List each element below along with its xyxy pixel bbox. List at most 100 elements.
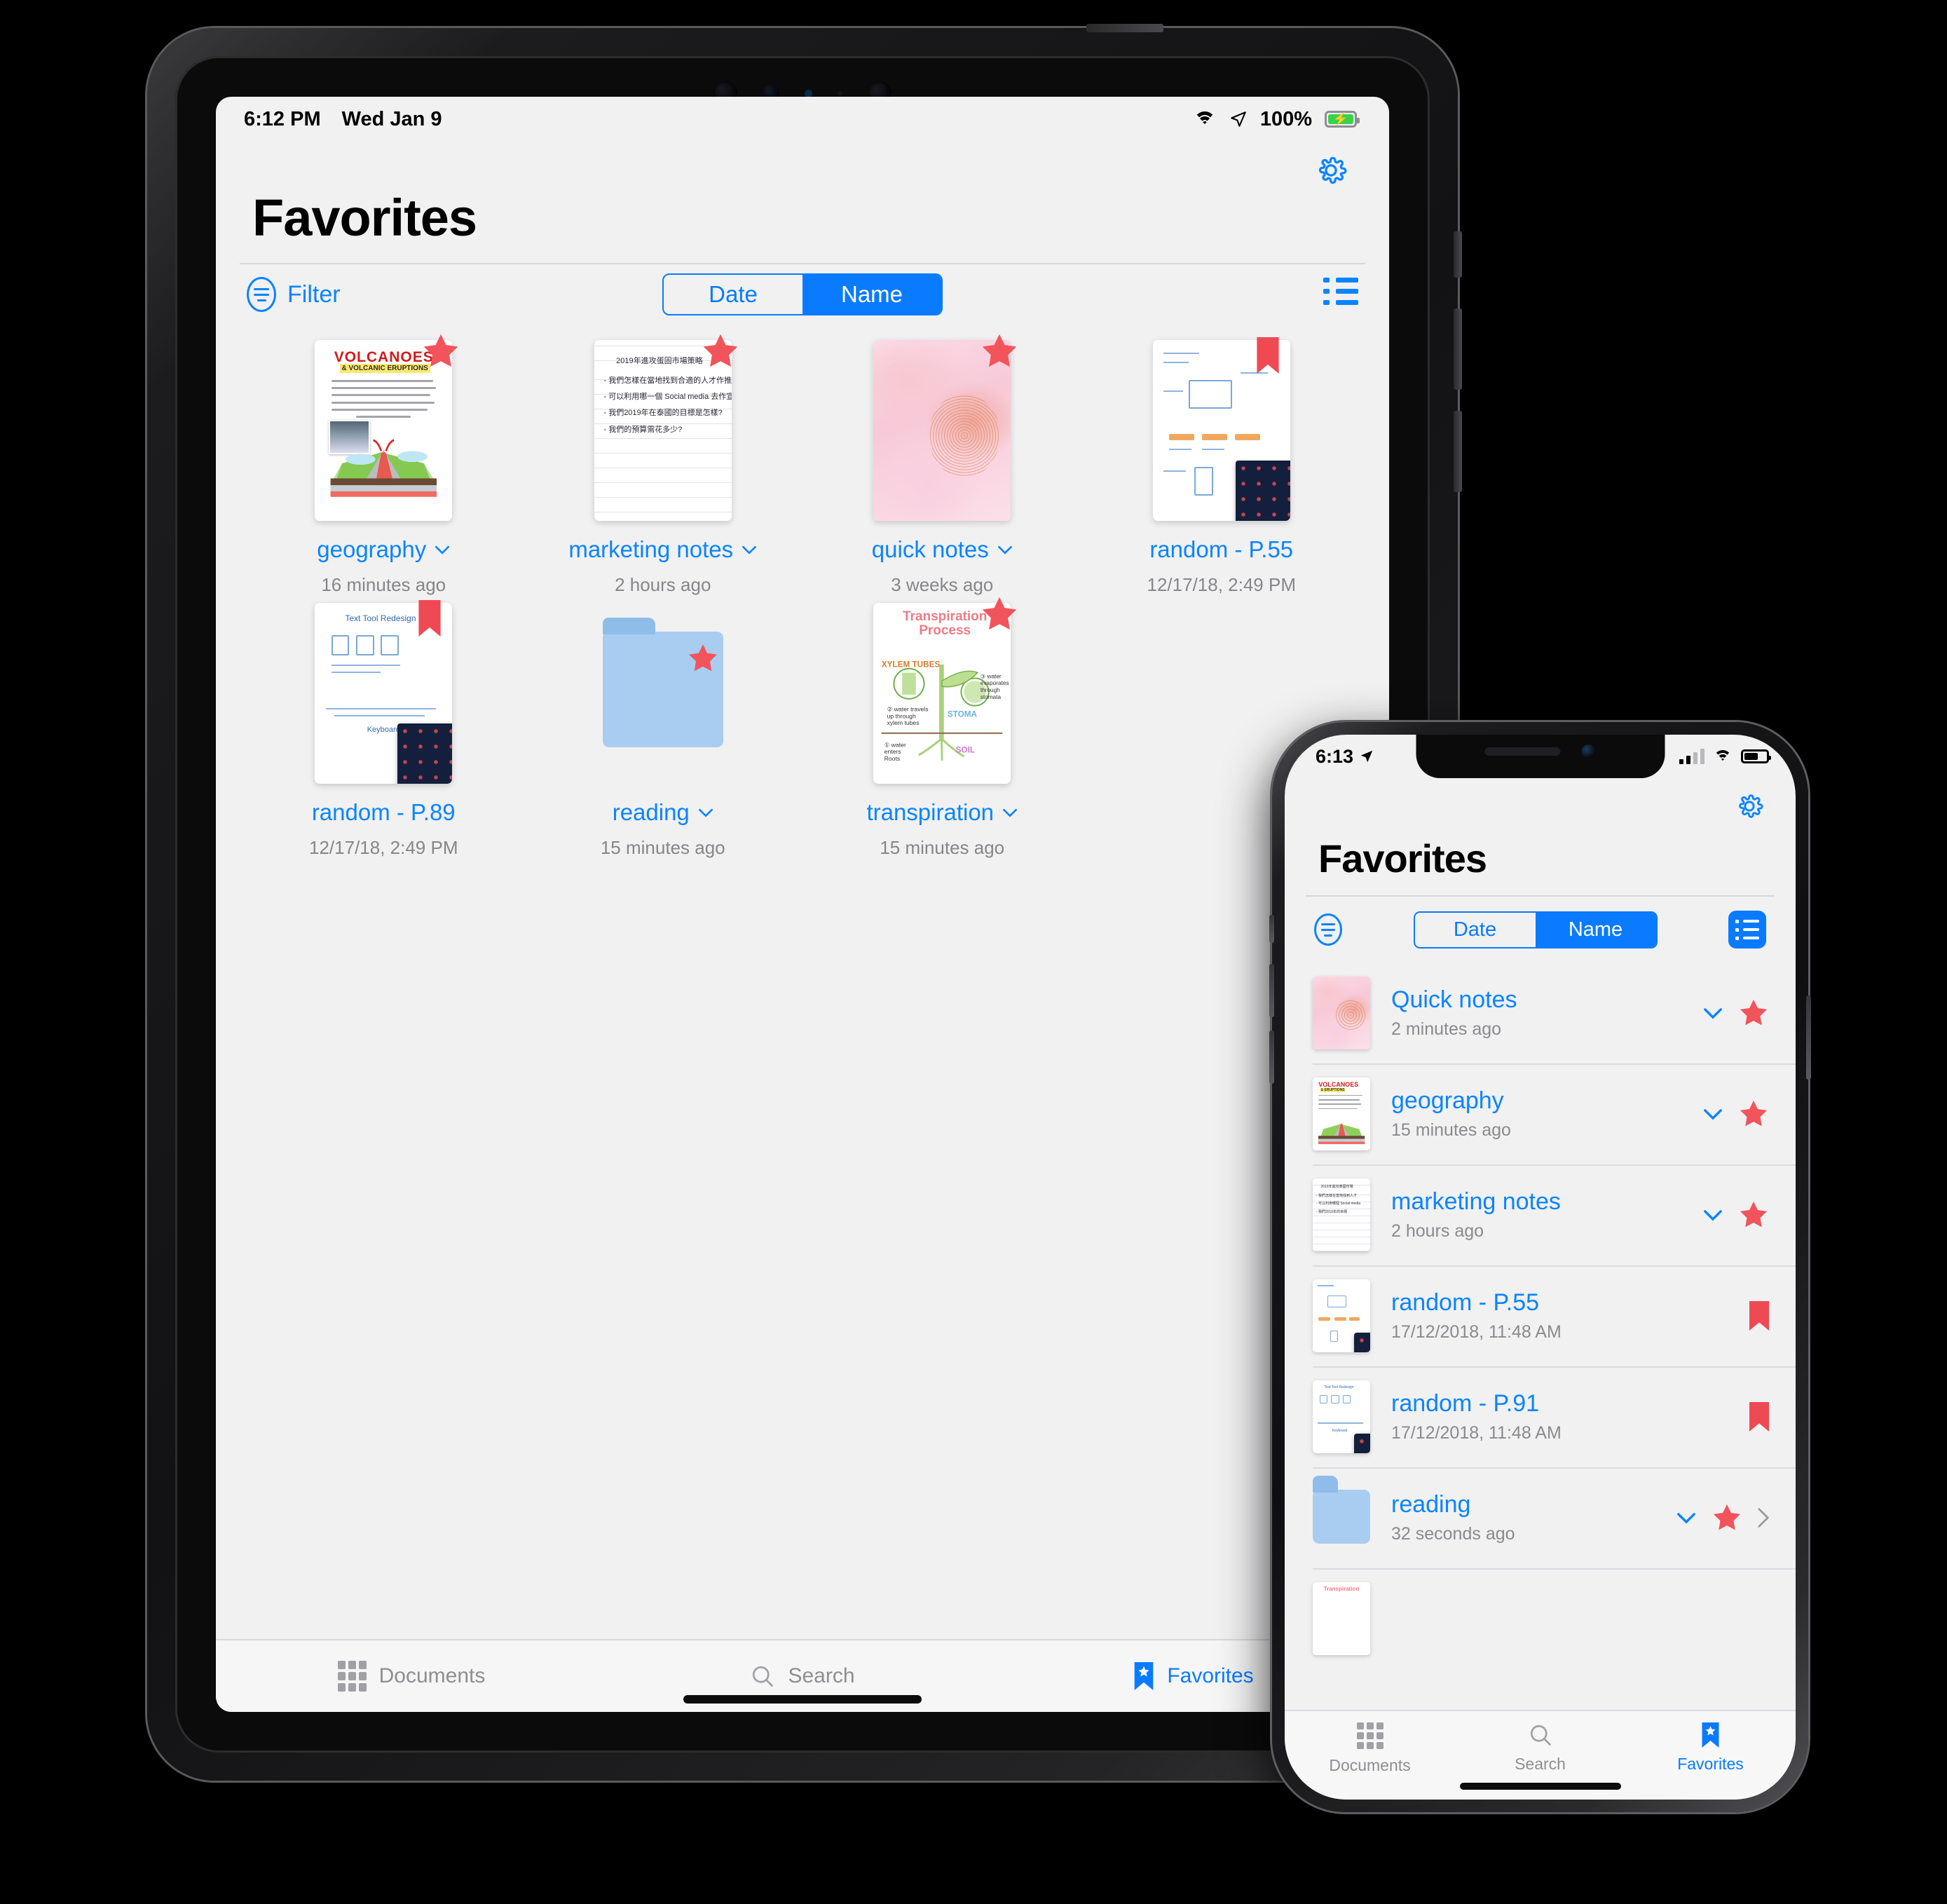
bookmark-icon[interactable] (1749, 1300, 1769, 1331)
list-item[interactable]: Text Tool Redesign Keyboard random - P.9… (1285, 1366, 1796, 1467)
iphone-volume-up-button[interactable] (1269, 964, 1274, 1017)
favorite-star-icon[interactable] (1738, 1099, 1769, 1129)
grid-item[interactable]: VOLCANOES & VOLCANIC ERUPTIONS geography… (244, 334, 524, 596)
sort-segmented-control[interactable]: Date Name (662, 273, 943, 315)
tab-documents[interactable]: Documents (216, 1661, 607, 1692)
grid-item[interactable]: random - P.55 12/17/18, 2:49 PM (1082, 337, 1362, 596)
sort-segmented-control[interactable]: Date Name (1413, 911, 1658, 948)
home-indicator[interactable] (683, 1695, 922, 1704)
ipad-screen: 6:12 PM Wed Jan 9 100% ⚡ Favorites Filte… (216, 97, 1389, 1712)
list-item[interactable]: random - P.55 17/12/2018, 11:48 AM (1285, 1265, 1796, 1366)
svg-text:stomata: stomata (981, 694, 1002, 700)
grid-item[interactable]: Transpiration Process XYLEM TUBES STOMA … (802, 597, 1082, 859)
thumbnail-wrapper (1313, 1279, 1370, 1352)
filter-button[interactable] (1314, 913, 1342, 946)
favorite-star-badge[interactable] (421, 332, 460, 371)
list-item[interactable]: 2019年進攻泰國市場 - 我們怎樣在當地找到人才 - 可以利用哪個 Socia… (1285, 1164, 1796, 1265)
chevron-down-icon[interactable] (1676, 1512, 1696, 1524)
favorite-star-badge[interactable] (701, 332, 740, 371)
tab-search[interactable]: Search (1455, 1722, 1625, 1774)
chevron-down-icon[interactable] (1002, 808, 1018, 817)
svg-text:② water travels: ② water travels (887, 705, 929, 712)
favorite-star-badge[interactable] (687, 642, 719, 674)
ipad-power-button[interactable] (1086, 24, 1163, 32)
ipad-volume-up-button[interactable] (1454, 308, 1462, 390)
thumbnail-wrapper[interactable]: Text Tool Redesign Keyboard (315, 600, 453, 784)
filter-button[interactable]: Filter (247, 277, 341, 312)
navy-page-overlay (1353, 1434, 1370, 1453)
thumbnail-wrapper[interactable] (873, 334, 1017, 521)
thumbnail-wrapper (1313, 1476, 1370, 1554)
grid-item[interactable]: Text Tool Redesign Keyboard random - P.8… (244, 600, 524, 859)
segment-name[interactable]: Name (802, 275, 941, 314)
list-item[interactable]: VOLCANOES & ERUPTIONS geography 15 minut… (1285, 1063, 1796, 1164)
segment-date[interactable]: Date (1415, 913, 1536, 947)
item-name-label: random - P.55 (1391, 1288, 1540, 1316)
list-item[interactable]: Quick notes 2 minutes ago (1285, 963, 1796, 1063)
svg-text:Roots: Roots (884, 755, 901, 762)
chevron-down-icon[interactable] (1703, 1209, 1723, 1221)
item-name-label: geography (1391, 1087, 1504, 1114)
item-name[interactable]: marketing notes (568, 536, 757, 563)
item-name[interactable]: random - P.55 (1149, 536, 1293, 563)
chevron-down-icon[interactable] (997, 545, 1013, 555)
home-indicator[interactable] (1459, 1783, 1621, 1790)
item-name[interactable]: random - P.89 (312, 799, 456, 826)
thumbnail-wrapper[interactable]: VOLCANOES & VOLCANIC ERUPTIONS (315, 334, 458, 521)
item-name[interactable]: quick notes (872, 536, 1013, 563)
list-item[interactable]: reading 32 seconds ago (1285, 1467, 1796, 1568)
iphone-side-button[interactable] (1806, 995, 1811, 1080)
chevron-down-icon[interactable] (1703, 1108, 1723, 1120)
svg-text:XYLEM TUBES: XYLEM TUBES (882, 660, 941, 669)
chevron-down-icon[interactable] (435, 545, 450, 555)
thumbnail-wrapper[interactable]: Transpiration Process XYLEM TUBES STOMA … (873, 597, 1017, 784)
item-date: 12/17/18, 2:49 PM (1147, 574, 1296, 595)
chevron-down-icon[interactable] (742, 545, 757, 555)
list-view-icon (1735, 919, 1759, 923)
ipad-volume-down-button[interactable] (1454, 411, 1462, 492)
segment-name[interactable]: Name (1535, 912, 1656, 947)
item-name[interactable]: transpiration (866, 799, 1018, 826)
chevron-down-icon[interactable] (1703, 1007, 1723, 1019)
list-view-button[interactable] (1728, 911, 1766, 948)
list-view-button[interactable] (1323, 278, 1358, 311)
segment-date[interactable]: Date (664, 275, 802, 314)
thumbnail-wrapper[interactable] (594, 603, 732, 784)
ipad-side-button[interactable] (1454, 231, 1462, 278)
favorite-star-badge[interactable] (980, 332, 1019, 371)
favorite-star-badge[interactable] (980, 594, 1019, 634)
iphone-volume-down-button[interactable] (1269, 1031, 1274, 1084)
gear-icon (1318, 156, 1347, 184)
thumbnail-wrapper[interactable] (1152, 337, 1290, 521)
item-name[interactable]: geography (317, 536, 450, 563)
disclosure-chevron-icon[interactable] (1758, 1508, 1769, 1528)
navy-page-overlay (1235, 460, 1290, 521)
grid-item[interactable]: reading 15 minutes ago (524, 603, 803, 859)
item-date: 15 minutes ago (1391, 1120, 1511, 1141)
favorite-star-icon[interactable] (1738, 1199, 1769, 1230)
document-thumbnail: 2019年進攻泰國市場 - 我們怎樣在當地找到人才 - 可以利用哪個 Socia… (1313, 1178, 1370, 1251)
thumbnail-wrapper[interactable]: 2019年進攻蛋固市場策略 - 我們怎樣在當地找到合適的人才作推廣? - 可以利… (594, 334, 738, 521)
settings-gear-button[interactable] (1735, 792, 1763, 824)
item-name-label: random - P.89 (311, 799, 456, 825)
bookmark-badge[interactable] (1257, 337, 1279, 374)
tab-search[interactable]: Search (607, 1664, 998, 1689)
favorite-star-icon[interactable] (1712, 1502, 1742, 1533)
tab-documents[interactable]: Documents (1285, 1722, 1455, 1775)
favorite-star-icon[interactable] (1738, 998, 1769, 1028)
bookmark-badge[interactable] (418, 600, 441, 637)
bookmark-icon[interactable] (1749, 1401, 1769, 1432)
wifi-icon (1193, 110, 1217, 128)
item-name[interactable]: reading (613, 799, 713, 826)
grid-item[interactable]: quick notes 3 weeks ago (802, 334, 1082, 596)
settings-gear-button[interactable] (1315, 154, 1347, 190)
tab-label: Favorites (1677, 1755, 1744, 1773)
tab-favorites[interactable]: Favorites (1625, 1722, 1796, 1774)
svg-text:enters: enters (884, 748, 901, 755)
item-name-label: marketing notes (1391, 1188, 1561, 1215)
list-item-partial[interactable]: Transpiration (1285, 1568, 1796, 1669)
iphone-mute-switch[interactable] (1269, 915, 1274, 943)
grid-item[interactable]: 2019年進攻蛋固市場策略 - 我們怎樣在當地找到合適的人才作推廣? - 可以利… (524, 334, 803, 596)
ipad-device-frame: 6:12 PM Wed Jan 9 100% ⚡ Favorites Filte… (147, 24, 1462, 1781)
chevron-down-icon[interactable] (698, 808, 713, 817)
